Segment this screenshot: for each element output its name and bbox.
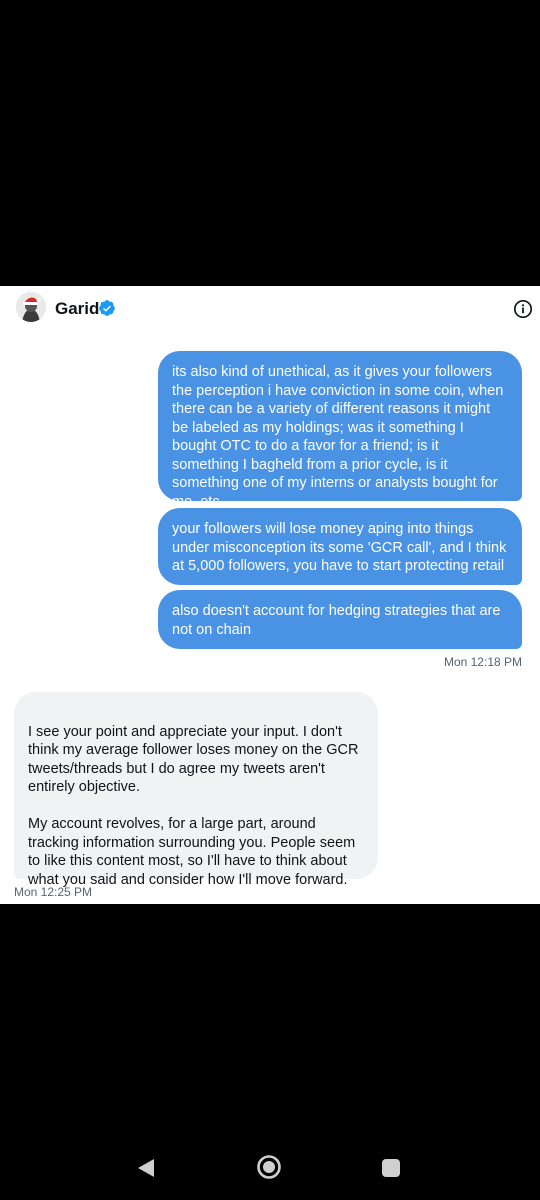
android-navigation-bar: [0, 1130, 540, 1200]
message-text: I see your point and appreciate your inp…: [28, 723, 359, 888]
back-triangle-icon[interactable]: [136, 1157, 156, 1179]
message-text: its also kind of unethical, as it gives …: [172, 364, 504, 510]
home-circle-icon[interactable]: [256, 1154, 282, 1180]
sent-message[interactable]: your followers will lose money aping int…: [158, 508, 522, 585]
received-message[interactable]: I see your point and appreciate your inp…: [14, 692, 378, 888]
info-icon[interactable]: [513, 299, 533, 319]
message-text: your followers will lose money aping int…: [172, 521, 507, 574]
message-text: also doesn't account for hedging strateg…: [172, 603, 501, 638]
verified-badge-icon: [99, 300, 115, 316]
contact-name[interactable]: Garid: [55, 299, 99, 319]
dm-conversation-panel: Garid its also kind of unethical, as it …: [0, 286, 540, 904]
received-timestamp: Mon 12:25 PM: [14, 885, 93, 899]
sent-message[interactable]: its also kind of unethical, as it gives …: [158, 351, 522, 510]
avatar[interactable]: [16, 292, 46, 322]
sent-timestamp: Mon 12:18 PM: [443, 655, 522, 669]
avatar-image-icon: [16, 292, 46, 322]
recents-square-icon[interactable]: [381, 1158, 401, 1178]
sent-message[interactable]: also doesn't account for hedging strateg…: [158, 590, 522, 649]
conversation-header: Garid: [0, 286, 540, 334]
